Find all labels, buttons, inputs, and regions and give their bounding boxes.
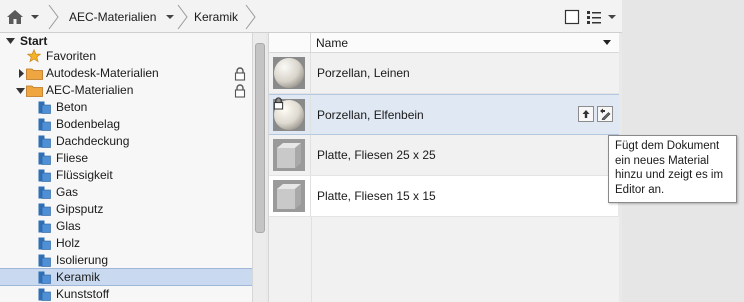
collapse-arrow-icon[interactable] — [16, 87, 25, 95]
chevron-down-icon[interactable] — [30, 13, 40, 21]
home-button[interactable] — [6, 6, 50, 28]
material-category-icon — [38, 101, 51, 114]
expand-arrow-icon[interactable] — [18, 69, 25, 78]
tree-item-fliese[interactable]: Fliese — [0, 150, 252, 167]
tree-item-favoriten[interactable]: Favoriten — [0, 48, 252, 65]
arrow-up-icon — [582, 110, 590, 118]
tree-item-label: Isolierung — [56, 253, 109, 267]
cube-thumbnail-icon — [273, 180, 305, 212]
lock-icon — [234, 84, 246, 98]
list-header: Name — [269, 33, 619, 53]
list-view-icon[interactable] — [586, 9, 602, 25]
tree-item-gas[interactable]: Gas — [0, 184, 252, 201]
edit-pencil-icon — [600, 108, 611, 120]
material-name: Platte, Fliesen 25 x 25 — [317, 148, 436, 162]
tree-item-label: Dachdeckung — [56, 134, 130, 148]
tree-item-glas[interactable]: Glas — [0, 218, 252, 235]
material-list: Name Porzellan, Leinen Porzellan, Elfenb… — [268, 33, 619, 302]
material-name: Porzellan, Elfenbein — [317, 108, 424, 122]
breadcrumb-label: Keramik — [194, 10, 239, 24]
name-column-header[interactable]: Name — [316, 36, 348, 50]
tree-item-fluessigkeit[interactable]: Flüssigkeit — [0, 167, 252, 184]
list-item[interactable]: Porzellan, Elfenbein — [269, 94, 619, 135]
breadcrumb-separator — [48, 4, 59, 30]
tree-item-label: Gas — [56, 185, 79, 199]
tree-scrollbar-thumb[interactable] — [255, 43, 265, 233]
add-and-edit-button[interactable] — [597, 106, 613, 122]
tooltip: Fügt dem Dokument ein neues Material hin… — [608, 135, 737, 203]
tree-item-label: Gipsputz — [56, 202, 104, 216]
tree-item-keramik[interactable]: Keramik — [0, 268, 252, 286]
tree-item-label: Bodenbelag — [56, 117, 121, 131]
tree-item-dachdeckung[interactable]: Dachdeckung — [0, 133, 252, 150]
list-item[interactable]: Porzellan, Leinen — [269, 53, 619, 94]
breadcrumb-separator — [177, 4, 188, 30]
add-to-document-button[interactable] — [578, 106, 594, 122]
tree-item-label: Flüssigkeit — [56, 168, 113, 182]
list-item[interactable]: Platte, Fliesen 25 x 25 — [269, 135, 619, 176]
material-category-icon — [38, 203, 51, 216]
material-category-icon — [38, 288, 51, 301]
material-category-icon — [38, 220, 51, 233]
breadcrumb-item[interactable]: AEC-Materialien — [69, 6, 156, 28]
material-name: Platte, Fliesen 15 x 15 — [317, 189, 436, 203]
tree-item-label: AEC-Materialien — [46, 83, 134, 97]
collapse-arrow-icon[interactable] — [6, 37, 15, 45]
tree-item-label: Glas — [56, 219, 81, 233]
tree-item-label: Kunststoff — [56, 287, 110, 301]
material-category-icon — [38, 254, 51, 267]
material-category-icon — [38, 186, 51, 199]
list-column-divider — [311, 217, 312, 302]
breadcrumb-label: AEC-Materialien — [69, 10, 157, 24]
material-category-icon — [38, 135, 51, 148]
tree-item-bodenbelag[interactable]: Bodenbelag — [0, 116, 252, 133]
tree-item-label: Fliese — [56, 151, 89, 165]
chevron-down-icon[interactable] — [608, 14, 616, 20]
home-icon — [7, 10, 23, 24]
chevron-down-icon[interactable] — [165, 13, 175, 21]
star-icon — [27, 49, 41, 63]
cube-thumbnail-icon — [273, 139, 305, 171]
folder-open-icon — [26, 85, 43, 97]
tree-item-autodesk-materialien[interactable]: Autodesk-Materialien — [0, 65, 252, 82]
breadcrumb-item-current[interactable]: Keramik — [194, 6, 238, 28]
list-item[interactable]: Platte, Fliesen 15 x 15 — [269, 176, 619, 217]
folder-icon — [26, 68, 43, 80]
list-empty-area — [269, 217, 619, 302]
breadcrumb-separator — [245, 4, 256, 30]
material-category-icon — [38, 169, 51, 182]
tree-root-label: Start — [20, 34, 48, 48]
tree-item-kunststoff[interactable]: Kunststoff — [0, 286, 252, 302]
sort-dropdown-icon[interactable] — [603, 40, 611, 45]
tree-item-label: Holz — [56, 236, 81, 250]
single-pane-icon[interactable] — [564, 9, 580, 25]
tree-item-label: Autodesk-Materialien — [46, 66, 159, 80]
tree-item-gipsputz[interactable]: Gipsputz — [0, 201, 252, 218]
tree-item-isolierung[interactable]: Isolierung — [0, 252, 252, 269]
material-name: Porzellan, Leinen — [317, 66, 410, 80]
material-category-icon — [38, 152, 51, 165]
tree-scrollbar[interactable] — [252, 33, 266, 302]
tree-item-label: Favoriten — [46, 49, 97, 63]
material-category-icon — [38, 237, 51, 250]
tree-item-label: Keramik — [56, 270, 101, 284]
material-category-icon — [38, 271, 51, 284]
tree-item-label: Beton — [56, 100, 88, 114]
sphere-thumbnail-icon — [273, 57, 305, 89]
tree-item-aec-materialien[interactable]: AEC-Materialien — [0, 82, 252, 99]
breadcrumb-bar: AEC-Materialien Keramik — [0, 0, 622, 33]
lock-icon — [273, 97, 284, 110]
thumbnail-column-header[interactable] — [269, 33, 311, 53]
material-tree: Start Favoriten Autodesk-Materialien AEC… — [0, 33, 252, 302]
material-category-icon — [38, 118, 51, 131]
lock-icon — [234, 67, 246, 81]
tree-item-holz[interactable]: Holz — [0, 235, 252, 252]
tree-item-beton[interactable]: Beton — [0, 99, 252, 116]
